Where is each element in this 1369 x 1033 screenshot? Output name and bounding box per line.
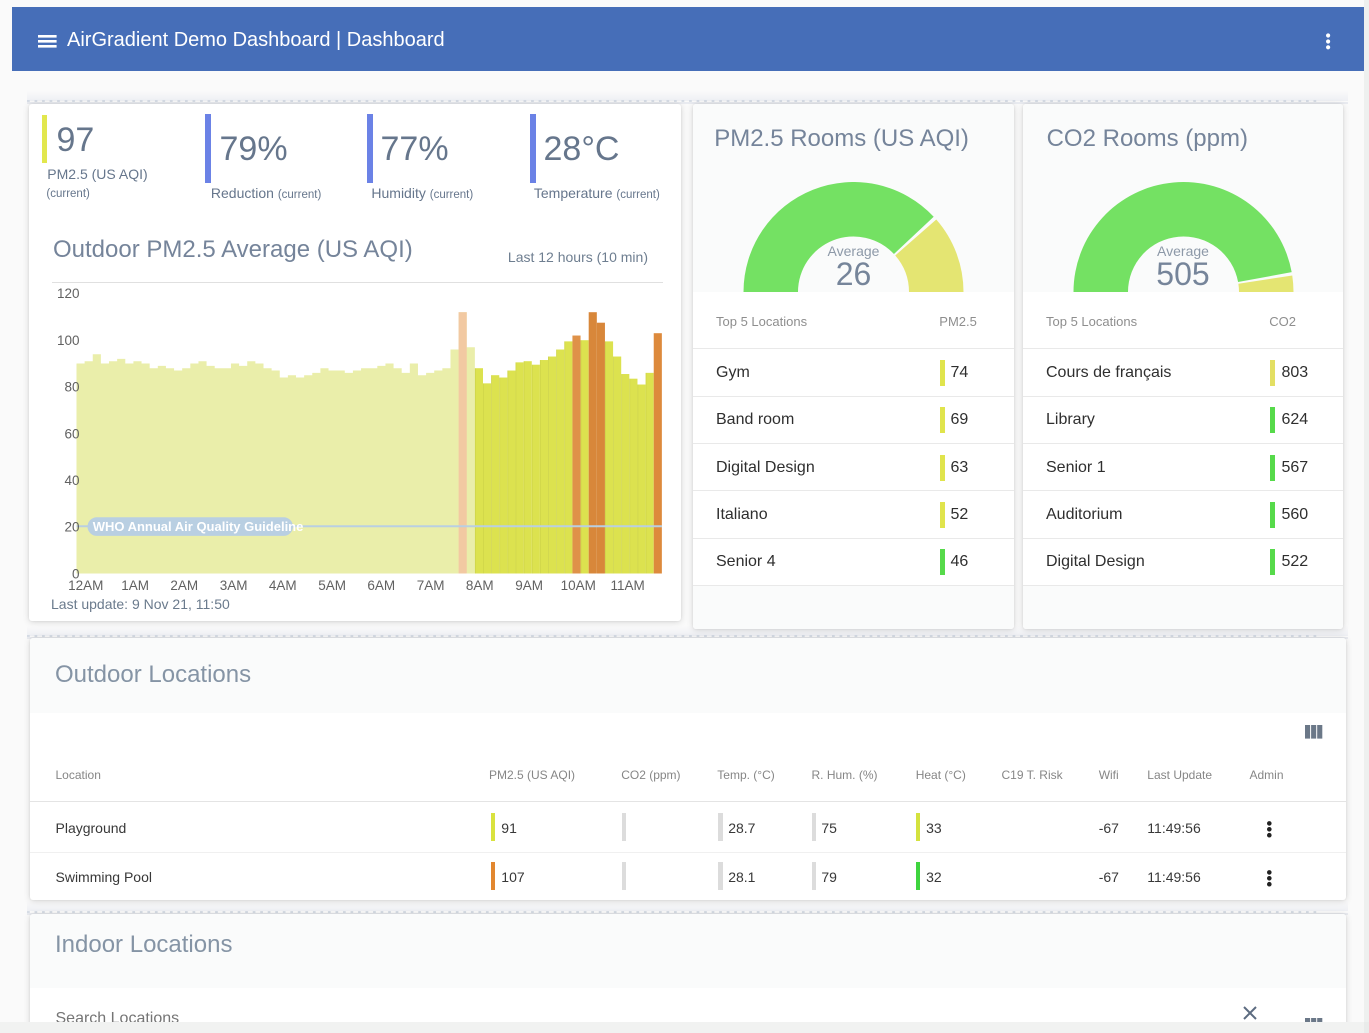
svg-text:40: 40	[64, 473, 79, 488]
svg-text:3AM: 3AM	[220, 578, 248, 593]
svg-text:120: 120	[57, 286, 80, 301]
svg-text:60: 60	[64, 426, 79, 441]
svg-text:8AM: 8AM	[466, 578, 494, 593]
svg-text:WHO Annual Air Quality Guideli: WHO Annual Air Quality Guideline	[93, 519, 304, 534]
svg-text:20: 20	[64, 520, 79, 535]
svg-text:80: 80	[64, 380, 79, 395]
svg-text:7AM: 7AM	[417, 578, 445, 593]
svg-text:12AM: 12AM	[68, 578, 103, 593]
svg-text:10AM: 10AM	[561, 578, 596, 593]
svg-text:100: 100	[57, 333, 80, 348]
svg-text:9AM: 9AM	[515, 578, 543, 593]
svg-text:11AM: 11AM	[610, 578, 644, 593]
svg-text:6AM: 6AM	[367, 578, 395, 593]
svg-text:2AM: 2AM	[170, 578, 198, 593]
svg-text:1AM: 1AM	[121, 578, 149, 593]
svg-text:4AM: 4AM	[269, 578, 297, 593]
svg-text:5AM: 5AM	[318, 578, 346, 593]
